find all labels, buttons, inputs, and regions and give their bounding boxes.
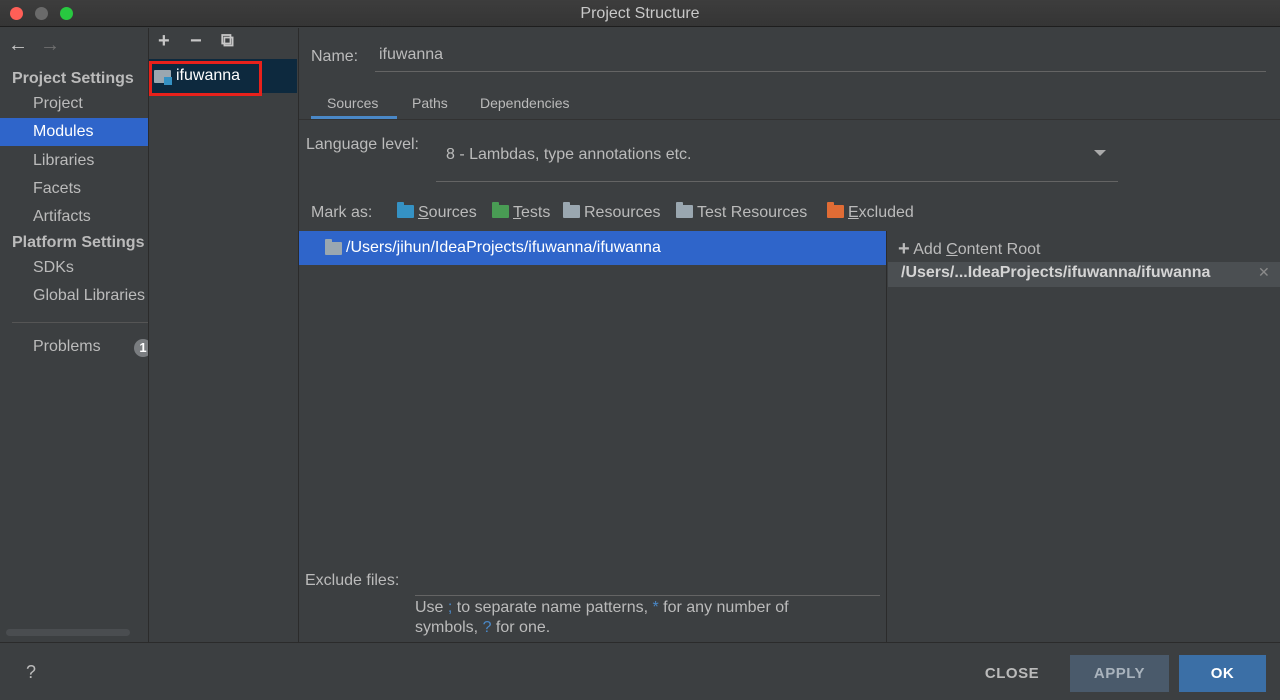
sidebar-item-global-libraries[interactable]: Global Libraries	[0, 282, 148, 310]
mark-as-label: Mark as:	[311, 204, 373, 221]
back-arrow-icon[interactable]: ←	[8, 34, 28, 57]
remove-module-button[interactable]: −	[190, 30, 202, 53]
mark-as-sources-button[interactable]: Sources	[397, 202, 477, 222]
content-roots-panel: + Add Content Root /Users/...IdeaProject…	[888, 231, 1280, 642]
problems-count-badge: 1	[134, 339, 148, 357]
module-details-panel: Name: ifuwanna Sources Paths Dependencie…	[299, 28, 1280, 642]
sidebar-divider	[12, 322, 148, 323]
sidebar-item-problems-label: Problems	[33, 338, 101, 355]
copy-module-button[interactable]: ⧉	[221, 30, 234, 51]
test-resources-folder-icon	[676, 202, 693, 218]
sidebar-item-libraries[interactable]: Libraries	[0, 147, 148, 175]
name-label: Name:	[311, 48, 359, 65]
plus-icon: +	[898, 238, 910, 260]
project-settings-header: Project Settings	[12, 70, 134, 87]
horizontal-scrollbar[interactable]	[6, 629, 130, 636]
content-root-short-path: /Users/...IdeaProjects/ifuwanna/ifuwanna	[901, 264, 1211, 281]
sidebar-item-sdks[interactable]: SDKs	[0, 254, 148, 282]
mark-as-tests-button[interactable]: Tests	[492, 202, 550, 222]
apply-button[interactable]: APPLY	[1070, 655, 1169, 692]
content-root-path: /Users/jihun/IdeaProjects/ifuwanna/ifuwa…	[346, 239, 661, 256]
highlight-annotation-box	[149, 61, 262, 96]
language-level-select[interactable]: 8 - Lambdas, type annotations etc.	[436, 140, 1118, 182]
sidebar-item-project[interactable]: Project	[0, 90, 148, 118]
exclude-files-hint: Use ; to separate name patterns, * for a…	[415, 599, 789, 636]
sidebar-item-facets[interactable]: Facets	[0, 175, 148, 203]
tab-dependencies[interactable]: Dependencies	[480, 95, 570, 111]
add-module-button[interactable]: +	[158, 30, 170, 53]
mark-as-resources-button[interactable]: Resources	[563, 202, 660, 222]
settings-sidebar: ← → Project Settings Project Modules Lib…	[0, 28, 149, 642]
help-button[interactable]: ?	[26, 662, 36, 683]
close-button[interactable]: CLOSE	[970, 655, 1054, 692]
add-content-root-button[interactable]: + Add Content Root	[898, 238, 1040, 261]
content-root-entry[interactable]: /Users/...IdeaProjects/ifuwanna/ifuwanna…	[888, 262, 1280, 287]
module-name-field[interactable]: ifuwanna	[375, 40, 1266, 72]
tabs-divider	[299, 119, 1280, 120]
sidebar-item-modules[interactable]: Modules	[0, 118, 148, 146]
chevron-down-icon	[1094, 150, 1106, 156]
window-title: Project Structure	[580, 5, 700, 22]
dialog-footer: ? CLOSE APPLY OK	[0, 642, 1280, 700]
platform-settings-header: Platform Settings	[12, 234, 145, 251]
tab-sources[interactable]: Sources	[327, 95, 378, 111]
forward-arrow-icon[interactable]: →	[40, 34, 60, 57]
excluded-folder-icon	[827, 202, 844, 218]
sidebar-item-problems[interactable]: Problems 1	[0, 333, 148, 361]
exclude-files-field[interactable]	[415, 565, 880, 596]
remove-content-root-icon[interactable]: ✕	[1258, 264, 1270, 281]
language-level-label: Language level:	[306, 136, 419, 153]
content-root-tree-item[interactable]: /Users/jihun/IdeaProjects/ifuwanna/ifuwa…	[299, 231, 886, 265]
sidebar-item-artifacts[interactable]: Artifacts	[0, 203, 148, 231]
sources-folder-icon	[397, 202, 414, 218]
folder-icon	[325, 239, 342, 255]
module-list-panel: + − ⧉ ifuwanna	[149, 28, 299, 642]
language-level-value: 8 - Lambdas, type annotations etc.	[446, 146, 692, 163]
mark-as-excluded-button[interactable]: Excluded	[827, 202, 914, 222]
resources-folder-icon	[563, 202, 580, 218]
ok-button[interactable]: OK	[1179, 655, 1266, 692]
tab-paths[interactable]: Paths	[412, 95, 448, 111]
title-bar: Project Structure	[0, 0, 1280, 27]
exclude-files-label: Exclude files:	[305, 572, 400, 589]
tests-folder-icon	[492, 202, 509, 218]
mark-as-test-resources-button[interactable]: Test Resources	[676, 202, 807, 222]
